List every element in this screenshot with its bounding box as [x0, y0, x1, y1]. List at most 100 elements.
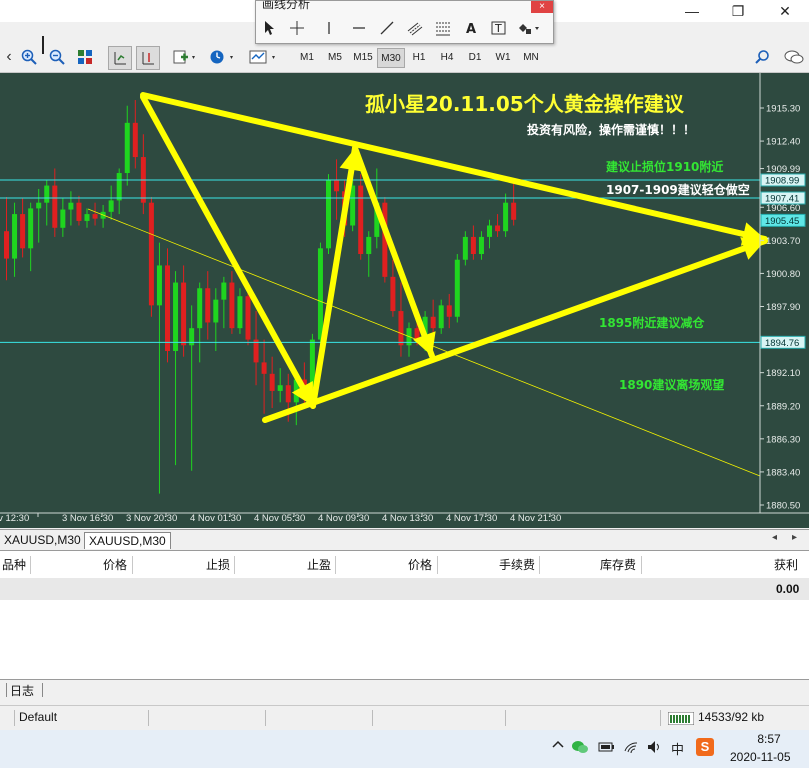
terminal-tab-journal[interactable]: 日志	[10, 682, 34, 699]
column-take-profit[interactable]: 止盈	[307, 555, 331, 575]
time-tick-label: 4 Nov 21:30	[510, 513, 561, 524]
clock-time[interactable]: 8:57	[744, 732, 794, 746]
shapes-icon[interactable]	[516, 17, 544, 39]
candle-body	[173, 282, 179, 351]
chart-title: 孤小星20.11.05个人黄金操作建议	[365, 92, 684, 116]
column-divider	[234, 556, 235, 574]
timeframe-h4[interactable]: H4	[434, 48, 460, 66]
price-chart[interactable]: 1915.301912.401909.991907.411906.601905.…	[0, 73, 809, 528]
column-price[interactable]: 价格	[103, 555, 127, 575]
tile-windows-icon[interactable]	[74, 46, 96, 68]
cursor-marker	[42, 36, 44, 54]
timeframe-d1[interactable]: D1	[462, 48, 488, 66]
timeframe-mn[interactable]: MN	[518, 48, 544, 66]
periods-clock-icon[interactable]	[208, 46, 240, 68]
price-tick-label: 1915.30	[766, 104, 800, 115]
horizontal-line-icon[interactable]	[348, 17, 370, 39]
candle-body	[229, 282, 235, 329]
candle-body	[221, 282, 227, 300]
zoom-in-icon[interactable]	[18, 46, 40, 68]
svg-text:T: T	[494, 22, 502, 35]
connection-bars-icon	[667, 711, 695, 728]
candle-body	[237, 296, 243, 329]
show-hidden-icons-icon[interactable]	[551, 738, 565, 755]
timeframe-m1[interactable]: M1	[294, 48, 320, 66]
candle-body	[446, 305, 452, 317]
battery-icon[interactable]	[598, 740, 616, 757]
close-window-button[interactable]: ✕	[762, 0, 808, 22]
line-studies-toolbar-window[interactable]: 画线分析 × A T	[255, 0, 554, 44]
line-studies-close-button[interactable]: ×	[531, 1, 553, 13]
fibonacci-icon[interactable]	[432, 17, 454, 39]
input-method-indicator[interactable]: 中	[671, 739, 684, 758]
search-icon[interactable]	[752, 46, 772, 68]
candle-body	[470, 236, 476, 255]
pointer-icon[interactable]	[258, 17, 280, 39]
timeframe-m30[interactable]: M30	[377, 48, 405, 68]
annotation-reduce: 1895附近建议减仓	[599, 316, 705, 330]
tab-scroll-left-icon[interactable]: ◂	[772, 532, 777, 543]
candle-body	[28, 208, 34, 249]
clock-date[interactable]: 2020-11-05	[730, 750, 791, 764]
column-current-price[interactable]: 价格	[408, 555, 432, 575]
status-divider	[148, 710, 149, 726]
autoscroll-icon[interactable]	[136, 46, 160, 70]
timeframe-h1[interactable]: H1	[406, 48, 432, 66]
candle-body	[366, 236, 372, 255]
price-highlight-label: 1894.76	[765, 338, 799, 349]
terminal-panel: 品种 价格 止损 止盈 价格 手续费 库存费 获利	[0, 551, 809, 679]
price-tick-label: 1886.30	[766, 434, 800, 445]
candle-body	[12, 214, 18, 259]
column-symbol[interactable]: 品种	[2, 555, 26, 575]
column-swap[interactable]: 库存费	[600, 555, 636, 575]
tab-scroll-right-icon[interactable]: ▸	[792, 532, 797, 543]
price-tick-label: 1897.90	[766, 302, 800, 313]
candle-body	[430, 316, 436, 329]
candle-body	[36, 202, 42, 209]
volume-icon[interactable]	[646, 739, 662, 758]
chart-shift-icon[interactable]	[108, 46, 132, 70]
chart-tab-2[interactable]: XAUUSD,M30	[84, 532, 171, 549]
tab-divider	[6, 683, 7, 697]
vertical-line-icon[interactable]	[318, 17, 340, 39]
indicators-icon[interactable]	[172, 46, 200, 68]
candle-body	[398, 311, 404, 346]
minimize-button[interactable]: —	[669, 0, 715, 22]
price-tick-label: 1903.70	[766, 236, 800, 247]
zoom-out-icon[interactable]	[46, 46, 68, 68]
candle-body	[390, 276, 396, 312]
crosshair-icon[interactable]	[286, 17, 308, 39]
price-highlight-label: 1905.45	[765, 216, 799, 227]
channel-icon[interactable]	[404, 17, 426, 39]
chat-icon[interactable]	[782, 46, 806, 68]
toolbar-scroll-icon[interactable]: ‹	[4, 46, 14, 68]
candle-body	[285, 385, 291, 403]
restore-button[interactable]: ❐	[715, 0, 761, 22]
text-tool-icon[interactable]: A	[460, 17, 482, 39]
templates-icon[interactable]	[248, 46, 282, 68]
annotation-exit: 1890建议离场观望	[619, 378, 725, 392]
time-tick-label: 2 Nov 12:30	[0, 513, 29, 524]
candle-body	[68, 202, 74, 210]
trendline-icon[interactable]	[376, 17, 398, 39]
chart-tab-1[interactable]: XAUUSD,M30	[0, 532, 85, 548]
candle-body	[44, 185, 50, 203]
windows-taskbar: 中 S 8:57 2020-11-05	[0, 730, 809, 768]
chart-canvas[interactable]: 1915.301912.401909.991907.411906.601905.…	[0, 73, 809, 528]
column-stop-loss[interactable]: 止损	[206, 555, 230, 575]
sogou-ime-icon[interactable]: S	[696, 738, 714, 756]
timeframe-m5[interactable]: M5	[322, 48, 348, 66]
column-profit[interactable]: 获利	[774, 555, 798, 575]
text-label-icon[interactable]: T	[488, 17, 510, 39]
line-studies-title: 画线分析	[262, 0, 311, 11]
timeframe-w1[interactable]: W1	[490, 48, 516, 66]
time-tick-label: 4 Nov 17:30	[446, 513, 497, 524]
wifi-icon[interactable]	[623, 739, 639, 758]
profile-name[interactable]: Default	[19, 710, 57, 724]
price-highlight-label: 1908.99	[765, 175, 799, 186]
timeframe-m15[interactable]: M15	[350, 48, 376, 66]
time-tick-label: 4 Nov 05:30	[254, 513, 305, 524]
column-commission[interactable]: 手续费	[499, 555, 535, 575]
wechat-icon[interactable]	[571, 740, 589, 757]
candle-body	[60, 209, 66, 228]
